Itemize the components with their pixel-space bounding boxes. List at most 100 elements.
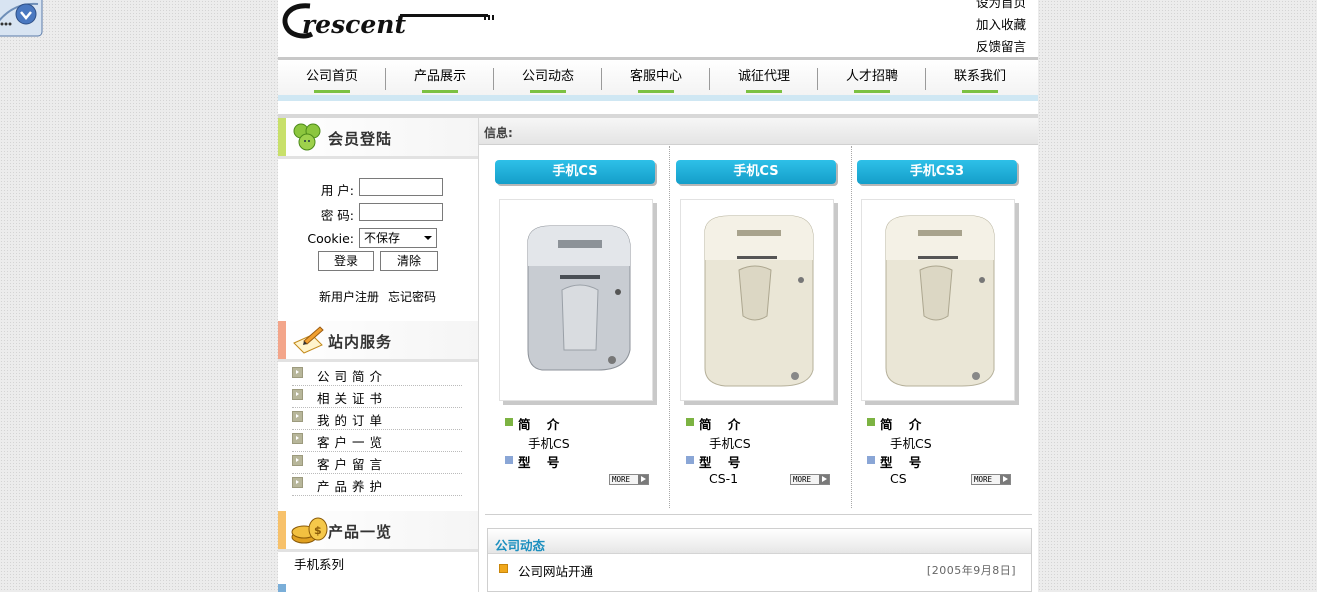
service-item-product-care[interactable]: 产品养护 bbox=[292, 473, 462, 496]
company-news-title: 公司动态 bbox=[495, 538, 546, 553]
model-value: CS bbox=[890, 471, 907, 486]
more-button[interactable]: MORE bbox=[609, 474, 649, 485]
login-button[interactable]: 登录 bbox=[318, 251, 374, 271]
dispenser-silver-image bbox=[527, 225, 631, 371]
blue-bullet-icon bbox=[686, 456, 694, 464]
header-accent bbox=[278, 118, 286, 156]
clear-button[interactable]: 清除 bbox=[380, 251, 438, 271]
green-bullet-icon bbox=[686, 418, 694, 426]
password-input[interactable] bbox=[359, 203, 443, 221]
nav-service-center-label: 客服中心 bbox=[629, 69, 682, 84]
nav-indicator bbox=[746, 90, 782, 93]
pencil-paper-icon bbox=[293, 326, 324, 354]
orange-bullet-icon bbox=[499, 564, 508, 573]
product-image[interactable] bbox=[499, 199, 653, 401]
cookie-label: Cookie: bbox=[307, 231, 354, 246]
more-button[interactable]: MORE bbox=[790, 474, 830, 485]
nav-underline bbox=[278, 95, 1038, 101]
blue-bullet-icon bbox=[867, 456, 875, 464]
more-button[interactable]: MORE bbox=[971, 474, 1011, 485]
nav-products[interactable]: 产品展示 bbox=[386, 60, 494, 95]
blue-bullet-icon bbox=[505, 456, 513, 464]
nav-service-center[interactable]: 客服中心 bbox=[602, 60, 710, 95]
nav-agents-label: 诚征代理 bbox=[737, 69, 790, 84]
service-item-customer-messages[interactable]: 客户留言 bbox=[292, 451, 462, 474]
login-title: 会员登陆 bbox=[328, 130, 393, 148]
header-accent bbox=[278, 321, 286, 359]
services-title: 站内服务 bbox=[328, 333, 393, 351]
arrow-bullet-icon bbox=[292, 455, 303, 466]
intro-value: 手机CS bbox=[528, 436, 570, 451]
arrow-right-icon bbox=[1000, 475, 1010, 484]
login-box-header: 会员登陆 bbox=[278, 118, 478, 159]
crescent-logo[interactable]: rescent bbox=[280, 0, 500, 42]
nav-indicator bbox=[638, 90, 674, 93]
model-label: 型 号 bbox=[699, 455, 747, 470]
register-link[interactable]: 新用户注册 bbox=[319, 288, 379, 305]
svg-text:$: $ bbox=[314, 524, 322, 537]
dispenser-white-image bbox=[704, 215, 814, 387]
model-label: 型 号 bbox=[518, 455, 566, 470]
service-item-label: 产品养护 bbox=[317, 479, 388, 494]
product-title[interactable]: 手机CS bbox=[676, 160, 836, 184]
nav-home-label: 公司首页 bbox=[305, 69, 358, 84]
service-item-customer-list[interactable]: 客户一览 bbox=[292, 429, 462, 452]
logo-text: rescent bbox=[302, 10, 406, 39]
nav-agents[interactable]: 诚征代理 bbox=[710, 60, 818, 95]
nav-home[interactable]: 公司首页 bbox=[278, 60, 386, 95]
service-item-certificates[interactable]: 相关证书 bbox=[292, 385, 462, 408]
page-container: rescent 设为首页 加入收藏 反馈留言 公司首页 产品展示 公司动态 客服… bbox=[278, 0, 1038, 592]
add-favorite-link[interactable]: 加入收藏 bbox=[976, 14, 1026, 36]
nav-products-label: 产品展示 bbox=[413, 69, 466, 84]
company-news-panel: 公司动态 公司网站开通 [2005年9月8日] bbox=[487, 528, 1032, 592]
nav-contact[interactable]: 联系我们 bbox=[926, 60, 1034, 95]
product-title[interactable]: 手机CS bbox=[495, 160, 655, 184]
intro-label: 简 介 bbox=[880, 417, 928, 432]
left-sidebar: 会员登陆 用 户: 密 码: Cookie: 不保存 登录 清除 新用户注册 忘… bbox=[278, 118, 479, 592]
arrow-bullet-icon bbox=[292, 433, 303, 444]
intro-label: 简 介 bbox=[699, 417, 747, 432]
nav-company-news[interactable]: 公司动态 bbox=[494, 60, 602, 95]
more-label: MORE bbox=[793, 475, 812, 484]
services-box-header: 站内服务 bbox=[278, 321, 478, 362]
corner-app-icon[interactable] bbox=[0, 0, 46, 40]
product-card: 手机CS 简 介 手机CS 型 号 MORE bbox=[479, 146, 659, 508]
model-value: CS-1 bbox=[709, 471, 739, 486]
service-item-label: 我的订单 bbox=[317, 413, 388, 428]
cookie-select[interactable]: 不保存 bbox=[359, 228, 437, 248]
product-image[interactable] bbox=[861, 199, 1015, 401]
product-category-phones[interactable]: 手机系列 bbox=[294, 554, 344, 573]
nav-jobs[interactable]: 人才招聘 bbox=[818, 60, 926, 95]
feedback-link[interactable]: 反馈留言 bbox=[976, 36, 1026, 58]
section-divider bbox=[485, 514, 1032, 515]
nav-contact-label: 联系我们 bbox=[953, 69, 1006, 84]
service-item-company-intro[interactable]: 公司简介 bbox=[292, 363, 462, 386]
product-card: 手机CS 简 介 手机CS 型 号 CS-1 MORE bbox=[660, 146, 840, 508]
product-list-title: 产品一览 bbox=[328, 523, 393, 541]
model-label: 型 号 bbox=[880, 455, 928, 470]
company-news-header: 公司动态 bbox=[488, 529, 1031, 554]
info-label: 信息: bbox=[484, 126, 513, 140]
green-bullet-icon bbox=[867, 418, 875, 426]
arrow-right-icon bbox=[819, 475, 829, 484]
more-label: MORE bbox=[612, 475, 631, 484]
username-input[interactable] bbox=[359, 178, 443, 196]
set-homepage-link[interactable]: 设为首页 bbox=[976, 0, 1026, 14]
top-links: 设为首页 加入收藏 反馈留言 bbox=[976, 0, 1026, 58]
service-item-my-orders[interactable]: 我的订单 bbox=[292, 407, 462, 430]
arrow-bullet-icon bbox=[292, 389, 303, 400]
forgot-password-link[interactable]: 忘记密码 bbox=[388, 288, 436, 305]
green-bullet-icon bbox=[505, 418, 513, 426]
service-item-label: 相关证书 bbox=[317, 391, 388, 406]
header-accent bbox=[278, 511, 286, 549]
product-list-box-header: $ 产品一览 bbox=[278, 511, 478, 552]
chevron-down-icon bbox=[424, 236, 432, 240]
product-image[interactable] bbox=[680, 199, 834, 401]
nav-indicator bbox=[422, 90, 458, 93]
news-item-title[interactable]: 公司网站开通 bbox=[518, 561, 593, 580]
intro-value: 手机CS bbox=[709, 436, 751, 451]
info-bar: 信息: bbox=[479, 118, 1038, 145]
arrow-bullet-icon bbox=[292, 411, 303, 422]
product-title[interactable]: 手机CS3 bbox=[857, 160, 1017, 184]
service-item-label: 公司简介 bbox=[317, 369, 388, 384]
